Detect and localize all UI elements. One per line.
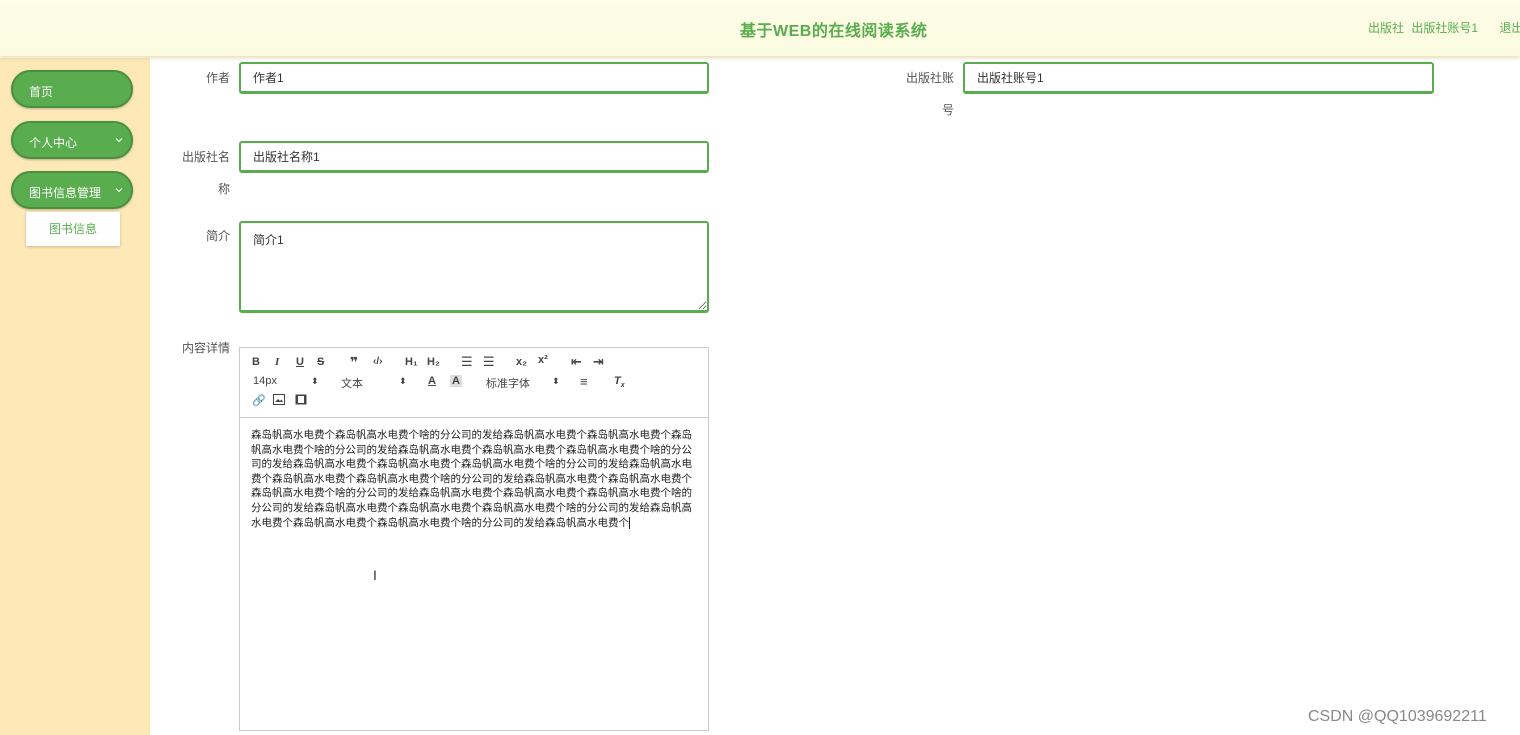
ordered-list-icon[interactable]: ☰ xyxy=(461,354,473,370)
logout-link[interactable]: 退出 xyxy=(1499,21,1520,35)
sidebar-item-book-management[interactable]: 图书信息管理 xyxy=(11,171,133,209)
font-size-select[interactable]: 14px ⬍ xyxy=(253,375,319,387)
sidebar-item-label: 图书信息管理 xyxy=(29,186,102,200)
author-label: 作者 xyxy=(205,71,230,85)
block-type-select[interactable]: 文本 ⬍ xyxy=(341,375,407,391)
publisher-account-label-line1: 出版社账 xyxy=(905,71,954,85)
submenu-item-book-info[interactable]: 图书信息 xyxy=(26,212,120,246)
select-arrows-icon: ⬍ xyxy=(311,376,319,386)
font-family-select[interactable]: 标准字体 ⬍ xyxy=(486,375,560,391)
intro-label: 简介 xyxy=(205,229,230,243)
font-family-value: 标准字体 xyxy=(486,378,530,390)
text-cursor-icon: I xyxy=(373,567,377,583)
chevron-down-icon xyxy=(115,183,123,197)
chevron-down-icon xyxy=(115,133,123,147)
bullet-list-icon[interactable]: ☰ xyxy=(483,354,495,370)
sidebar-item-label: 首页 xyxy=(29,85,54,99)
superscript-icon[interactable]: x² xyxy=(538,354,548,366)
editor-content[interactable]: 森岛帆高水电费个森岛帆高水电费个啥的分公司的发给森岛帆高水电费个森岛帆高水电费个… xyxy=(251,428,701,530)
user-account: 出版社账号1 xyxy=(1411,21,1479,35)
watermark: CSDN @QQ1039692211 xyxy=(1308,708,1487,725)
strike-icon[interactable]: S xyxy=(317,356,324,368)
sidebar-item-personal-center[interactable]: 个人中心 xyxy=(11,121,133,159)
background-color-icon[interactable]: A xyxy=(450,375,462,387)
text-caret xyxy=(629,516,630,529)
content-label: 内容详情 xyxy=(181,341,230,355)
font-size-value: 14px xyxy=(253,375,277,387)
publisher-account-label-line2: 号 xyxy=(941,103,954,117)
sidebar: 首页 个人中心 图书信息管理 图书信息 xyxy=(0,58,150,735)
link-icon[interactable]: 🔗 xyxy=(252,394,266,407)
sidebar-item-label: 个人中心 xyxy=(29,136,78,150)
align-icon[interactable]: ≡ xyxy=(580,374,588,389)
video-icon[interactable] xyxy=(295,394,307,408)
publisher-name-label-line1: 出版社名 xyxy=(181,150,230,164)
app-title: 基于WEB的在线阅读系统 xyxy=(740,23,928,40)
indent-icon[interactable]: ⇥ xyxy=(593,354,604,370)
outdent-icon[interactable]: ⇤ xyxy=(571,354,582,370)
publisher-account-input[interactable] xyxy=(963,62,1434,94)
publisher-name-input[interactable] xyxy=(239,141,709,173)
top-header: 基于WEB的在线阅读系统 出版社 出版社账号1 退出 xyxy=(0,0,1520,56)
header-user-info: 出版社 出版社账号1 退出 xyxy=(1368,19,1520,36)
blockquote-icon[interactable]: ❞ xyxy=(350,354,358,371)
editor-content-text: 森岛帆高水电费个森岛帆高水电费个啥的分公司的发给森岛帆高水电费个森岛帆高水电费个… xyxy=(251,429,692,529)
image-icon[interactable] xyxy=(273,394,285,408)
author-input[interactable] xyxy=(239,62,709,94)
rich-text-editor: B I U S ❞ ‹/› H₁ H₂ ☰ ☰ x₂ x² ⇤ ⇥ 14px ⬍… xyxy=(239,347,709,731)
code-icon[interactable]: ‹/› xyxy=(373,356,382,367)
intro-textarea[interactable]: 简介1 xyxy=(239,221,709,313)
header2-icon[interactable]: H₂ xyxy=(427,356,440,368)
user-role: 出版社 xyxy=(1368,21,1405,35)
clear-format-icon[interactable]: Tx xyxy=(614,375,625,389)
editor-toolbar: B I U S ❞ ‹/› H₁ H₂ ☰ ☰ x₂ x² ⇤ ⇥ 14px ⬍… xyxy=(240,348,708,418)
bold-icon[interactable]: B xyxy=(252,356,260,368)
select-arrows-icon: ⬍ xyxy=(552,376,560,386)
header1-icon[interactable]: H₁ xyxy=(405,356,418,368)
publisher-name-label-line2: 称 xyxy=(217,182,230,196)
subscript-icon[interactable]: x₂ xyxy=(516,356,527,368)
underline-icon[interactable]: U xyxy=(296,356,304,368)
sidebar-item-home[interactable]: 首页 xyxy=(11,70,133,108)
block-type-value: 文本 xyxy=(341,378,363,390)
font-color-icon[interactable]: A xyxy=(428,375,436,387)
italic-icon[interactable]: I xyxy=(275,356,279,368)
select-arrows-icon: ⬍ xyxy=(399,376,407,386)
